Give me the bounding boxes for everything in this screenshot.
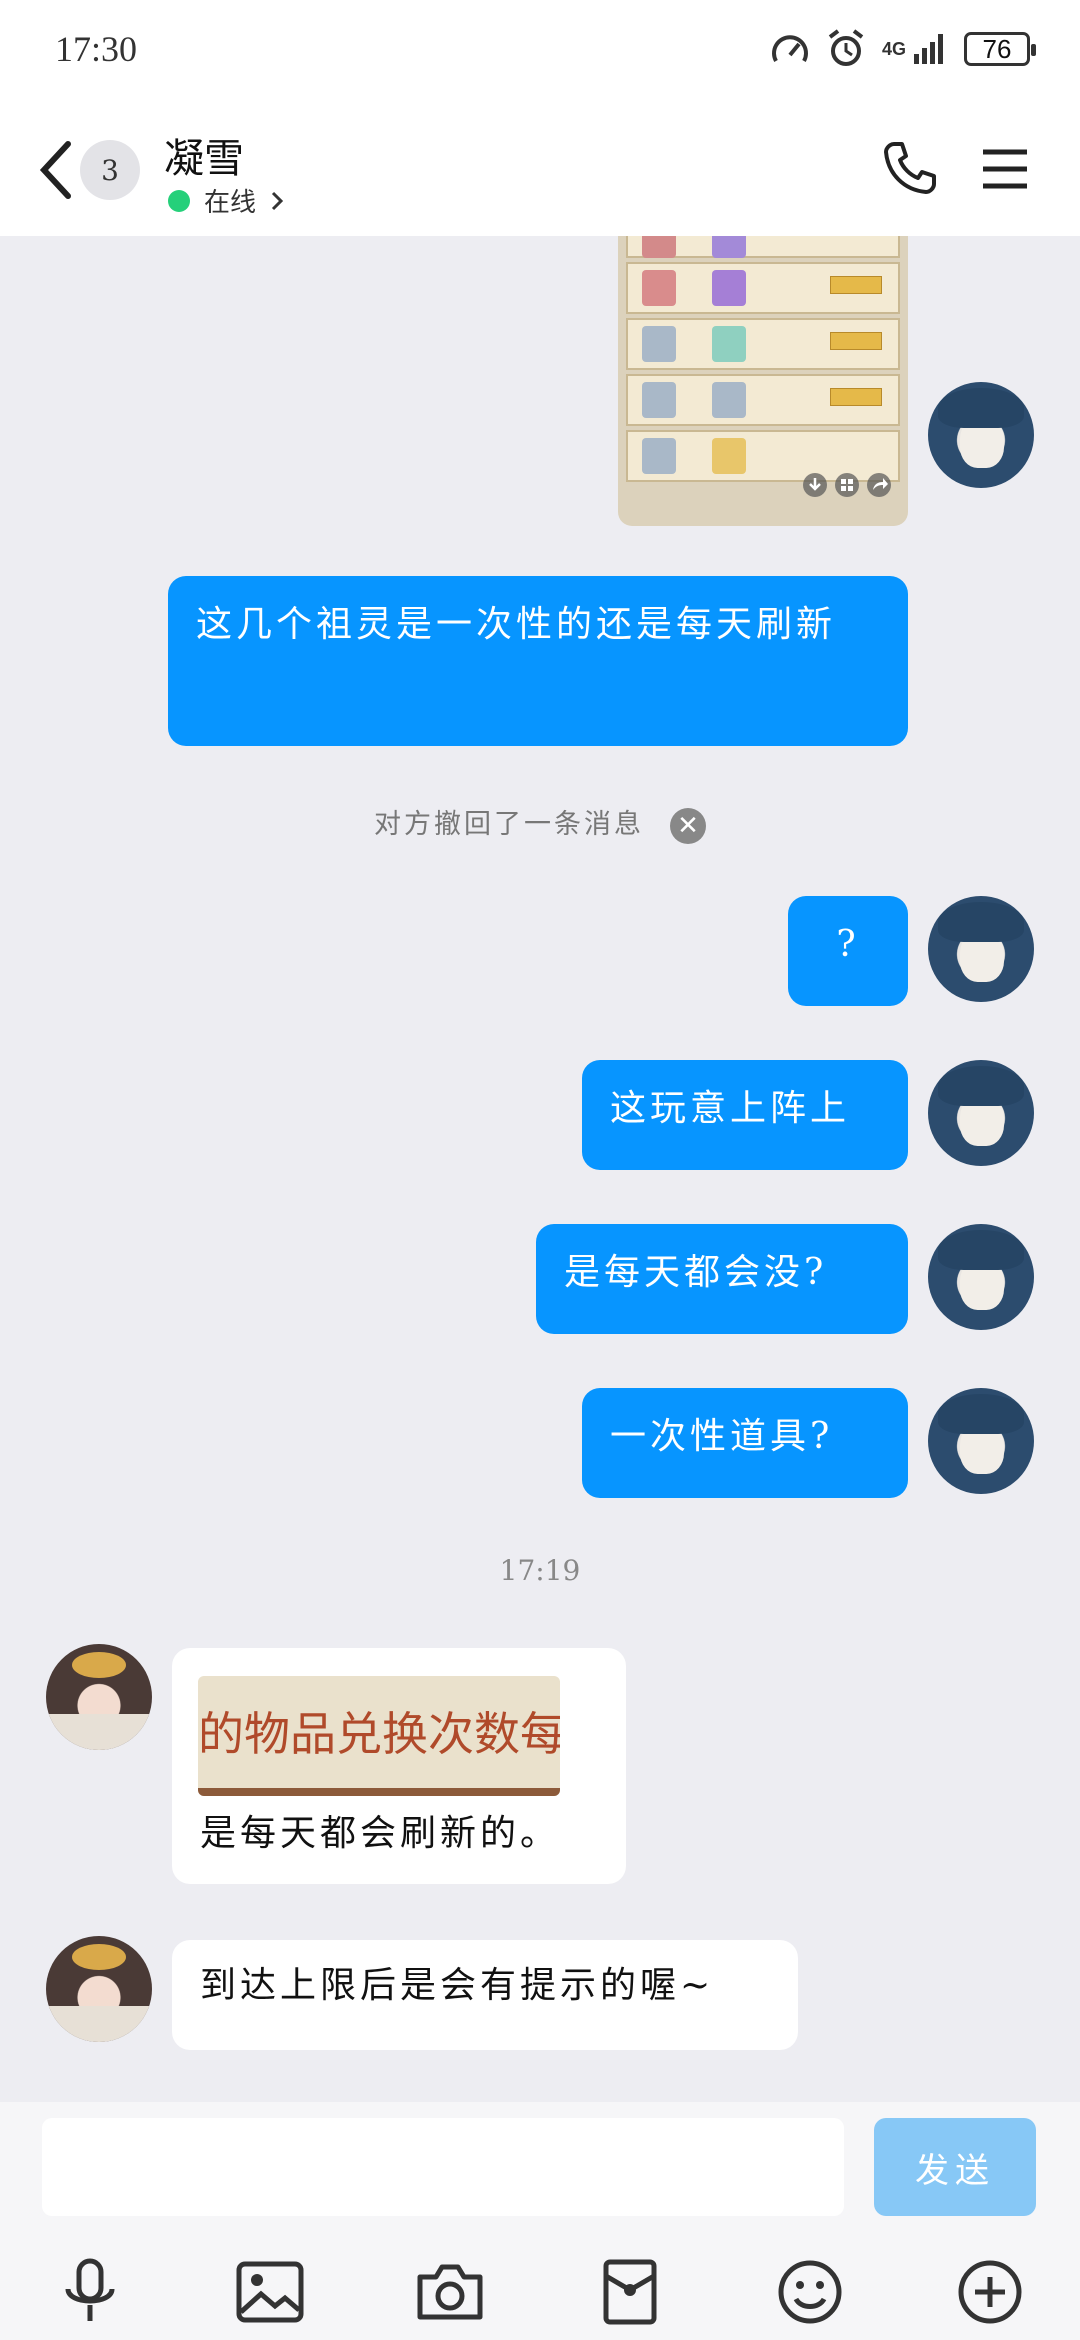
back-icon[interactable]	[38, 140, 74, 200]
my-avatar[interactable]	[928, 896, 1034, 1002]
quoted-image-text: 的物品兑换次数每	[198, 1707, 560, 1761]
contact-avatar[interactable]	[46, 1644, 152, 1750]
chevron-right-icon	[271, 191, 284, 210]
quoted-image[interactable]: 的物品兑换次数每	[198, 1676, 560, 1796]
microphone-icon[interactable]	[50, 2252, 130, 2332]
signal-icon	[914, 34, 943, 64]
my-avatar[interactable]	[928, 1060, 1034, 1166]
message-bubble-outgoing[interactable]: 这几个祖灵是一次性的还是每天刷新	[168, 576, 908, 746]
presence-label: 在线	[204, 188, 257, 218]
contact-name[interactable]: 凝雪	[164, 126, 244, 184]
message-timestamp: 17:19	[499, 1554, 581, 1587]
red-packet-icon[interactable]	[590, 2252, 670, 2332]
message-bubble-outgoing[interactable]: 是每天都会没?	[536, 1224, 908, 1334]
composer-toolbar	[0, 2252, 1080, 2332]
speed-icon	[772, 35, 808, 62]
battery-level: 76	[982, 33, 1012, 64]
recall-notice-text: 对方撤回了一条消息	[374, 809, 644, 840]
status-icons: 4G 76	[770, 26, 1036, 72]
message-bubble-incoming[interactable]: 到达上限后是会有提示的喔~	[172, 1940, 798, 2050]
message-bubble-incoming[interactable]: 的物品兑换次数每 是每天都会刷新的。	[172, 1648, 626, 1884]
image-message[interactable]	[618, 236, 908, 526]
message-bubble-outgoing[interactable]: 一次性道具?	[582, 1388, 908, 1498]
plus-icon[interactable]	[950, 2252, 1030, 2332]
battery-icon: 76	[964, 32, 1036, 66]
grid-icon[interactable]	[834, 472, 860, 498]
menu-icon[interactable]	[980, 144, 1030, 194]
composer: 发送	[0, 2102, 1080, 2340]
network-type: 4G	[881, 38, 906, 59]
download-icon[interactable]	[802, 472, 828, 498]
send-button[interactable]: 发送	[874, 2118, 1036, 2216]
emoji-icon[interactable]	[770, 2252, 850, 2332]
chat-header: 3 凝雪 在线	[0, 110, 1080, 236]
online-dot-icon	[168, 189, 190, 212]
camera-icon[interactable]	[410, 2252, 490, 2332]
share-icon[interactable]	[866, 472, 892, 498]
close-icon[interactable]: ✕	[670, 807, 706, 844]
image-icon[interactable]	[230, 2252, 310, 2332]
contact-avatar[interactable]	[46, 1936, 152, 2042]
message-text: 是每天都会刷新的。	[200, 1813, 561, 1854]
alarm-icon	[828, 29, 864, 66]
message-bubble-outgoing[interactable]: ?	[788, 896, 908, 1006]
my-avatar[interactable]	[928, 382, 1034, 488]
message-input[interactable]	[42, 2118, 844, 2216]
phone-call-icon[interactable]	[882, 140, 938, 196]
presence-status[interactable]: 在线	[168, 182, 284, 219]
my-avatar[interactable]	[928, 1224, 1034, 1330]
message-bubble-outgoing[interactable]: 这玩意上阵上	[582, 1060, 908, 1170]
my-avatar[interactable]	[928, 1388, 1034, 1494]
unread-count-badge[interactable]: 3	[80, 140, 140, 200]
message-list[interactable]: 这几个祖灵是一次性的还是每天刷新 对方撤回了一条消息 ✕ ? 这玩意上阵上 是每天…	[0, 236, 1080, 2102]
status-time: 17:30	[55, 29, 138, 69]
recall-notice: 对方撤回了一条消息 ✕	[0, 802, 1080, 844]
status-bar: 17:30 4G 76	[0, 0, 1080, 110]
